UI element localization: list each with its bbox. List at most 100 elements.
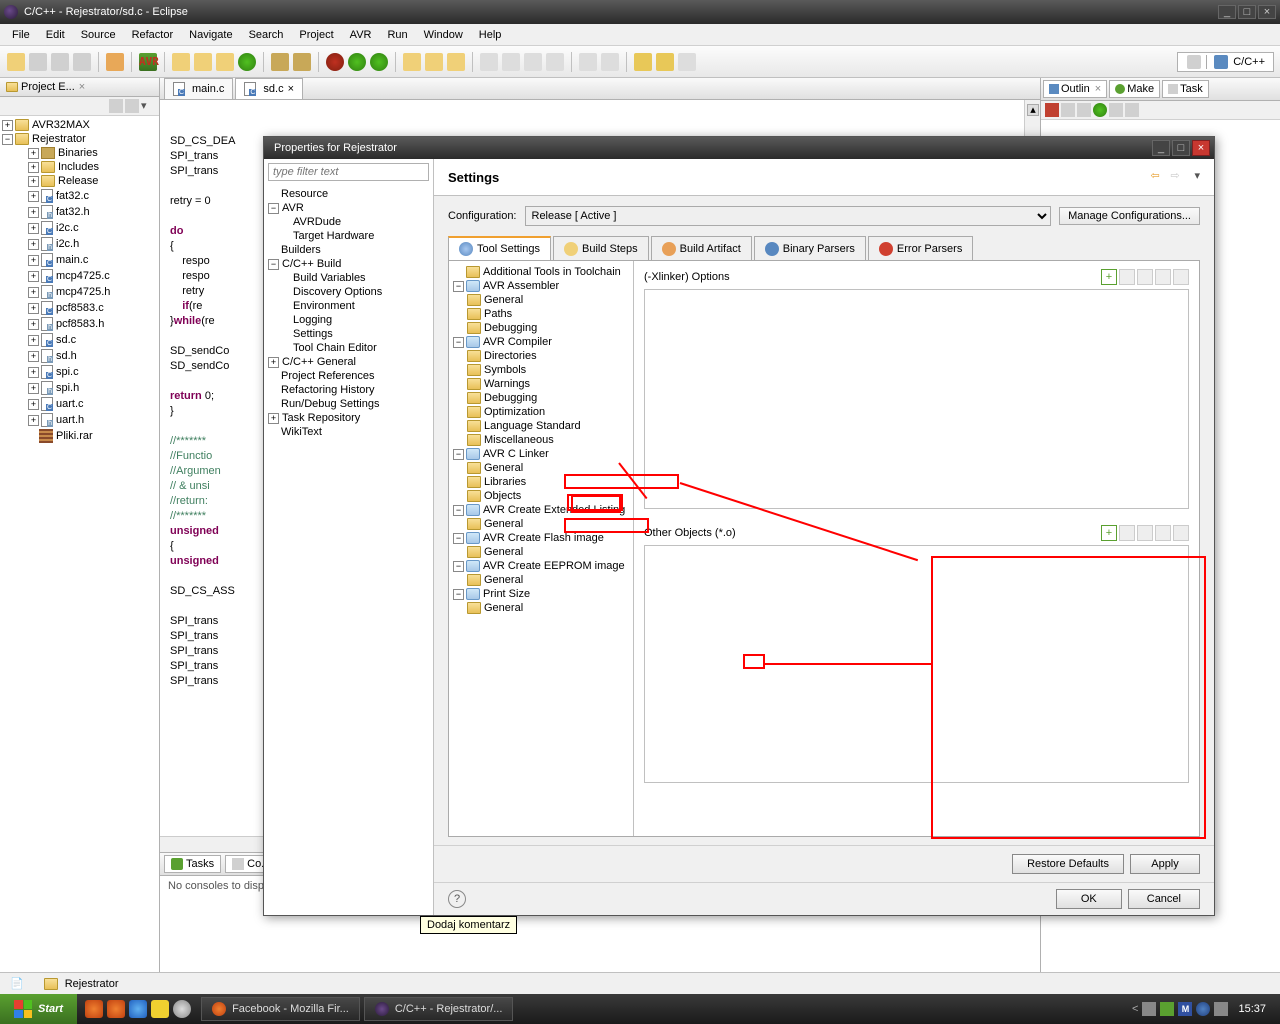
settings-tree-item[interactable]: Language Standard — [453, 419, 629, 433]
settings-tree-item[interactable]: Warnings — [453, 377, 629, 391]
sort-icon[interactable] — [1045, 103, 1059, 117]
expand-icon[interactable]: − — [453, 281, 464, 292]
ok-button[interactable]: OK — [1056, 889, 1122, 909]
run-icon[interactable] — [370, 53, 388, 71]
dialog-tree-item[interactable]: Settings — [266, 327, 431, 341]
build-icon[interactable] — [106, 53, 124, 71]
maximize-button[interactable]: □ — [1238, 5, 1256, 19]
filter-input[interactable] — [268, 163, 429, 181]
tree-item[interactable]: +Release — [2, 174, 157, 188]
menu-project[interactable]: Project — [291, 27, 341, 43]
nav-back-icon[interactable] — [579, 53, 597, 71]
settings-tree-item[interactable]: Debugging — [453, 321, 629, 335]
settings-tree-item[interactable]: Additional Tools in Toolchain — [453, 265, 629, 279]
delete-icon[interactable] — [1119, 525, 1135, 541]
dialog-close-button[interactable]: × — [1192, 140, 1210, 156]
edit-icon[interactable] — [1137, 269, 1153, 285]
expand-icon[interactable]: + — [28, 335, 39, 346]
tool-icon[interactable] — [546, 53, 564, 71]
expand-icon[interactable]: + — [2, 120, 13, 131]
nav-fwd-icon[interactable] — [601, 53, 619, 71]
dialog-tree-item[interactable]: Builders — [266, 243, 431, 257]
collapse-icon[interactable] — [109, 99, 123, 113]
minimize-button[interactable]: _ — [1218, 5, 1236, 19]
chrome-icon[interactable] — [173, 1000, 191, 1018]
tree-node-label[interactable]: AVR32MAX — [32, 119, 90, 131]
menu-navigate[interactable]: Navigate — [181, 27, 240, 43]
expand-icon[interactable]: − — [453, 449, 464, 460]
tray-icon[interactable] — [1160, 1002, 1174, 1016]
filter-icon[interactable] — [1061, 103, 1075, 117]
expand-icon[interactable]: − — [453, 589, 464, 600]
menu-window[interactable]: Window — [416, 27, 471, 43]
make-tab[interactable]: Make — [1109, 80, 1160, 98]
tool-icon[interactable] — [502, 53, 520, 71]
tree-item[interactable]: Pliki.rar — [2, 428, 157, 444]
expand-icon[interactable]: + — [28, 191, 39, 202]
print-icon[interactable] — [73, 53, 91, 71]
folder-icon[interactable] — [151, 1000, 169, 1018]
settings-tree-item[interactable]: −AVR Create Flash image — [453, 531, 629, 545]
dialog-tree-item[interactable]: Run/Debug Settings — [266, 397, 431, 411]
firefox-icon[interactable] — [107, 1000, 125, 1018]
dialog-tree-item[interactable]: Logging — [266, 313, 431, 327]
delete-icon[interactable] — [1119, 269, 1135, 285]
dialog-tree-item[interactable]: Environment — [266, 299, 431, 313]
expand-icon[interactable]: + — [28, 162, 39, 173]
tree-item[interactable]: +uart.h — [2, 412, 157, 428]
tree-item[interactable]: +mcp4725.h — [2, 284, 157, 300]
tool-icon[interactable] — [271, 53, 289, 71]
menu-help[interactable]: Help — [471, 27, 510, 43]
clock[interactable]: 15:37 — [1232, 1003, 1272, 1015]
filter-icon[interactable] — [1077, 103, 1091, 117]
firefox-icon[interactable] — [85, 1000, 103, 1018]
expand-icon[interactable]: − — [453, 337, 464, 348]
expand-icon[interactable]: + — [28, 303, 39, 314]
settings-tree-item[interactable]: Paths — [453, 307, 629, 321]
tree-item[interactable]: +pcf8583.c — [2, 300, 157, 316]
expand-icon[interactable]: − — [268, 259, 279, 270]
expand-icon[interactable]: + — [268, 357, 279, 368]
tasks-tab[interactable]: Tasks — [164, 855, 221, 873]
expand-icon[interactable]: + — [28, 207, 39, 218]
tree-item[interactable]: +sd.c — [2, 332, 157, 348]
settings-tree-item[interactable]: −AVR Compiler — [453, 335, 629, 349]
tool-icon[interactable] — [293, 53, 311, 71]
tool-icon[interactable] — [194, 53, 212, 71]
avr-icon[interactable]: AVR — [139, 53, 157, 71]
move-up-icon[interactable] — [1155, 269, 1171, 285]
help-icon[interactable]: ? — [448, 890, 466, 908]
save-icon[interactable] — [29, 53, 47, 71]
tree-item[interactable]: +sd.h — [2, 348, 157, 364]
settings-tree-item[interactable]: General — [453, 545, 629, 559]
toggle-icon[interactable] — [1109, 103, 1123, 117]
menu-avr[interactable]: AVR — [342, 27, 380, 43]
dialog-tree-item[interactable]: WikiText — [266, 425, 431, 439]
tool-icon[interactable] — [216, 53, 234, 71]
close-icon[interactable]: × — [288, 83, 294, 95]
settings-tree[interactable]: Additional Tools in Toolchain−AVR Assemb… — [449, 261, 634, 836]
dialog-tree-item[interactable]: Tool Chain Editor — [266, 341, 431, 355]
expand-icon[interactable]: − — [268, 203, 279, 214]
tree-item[interactable]: +pcf8583.h — [2, 316, 157, 332]
toggle-icon[interactable] — [1125, 103, 1139, 117]
editor-tab-sd[interactable]: sd.c× — [235, 78, 303, 99]
tree-item[interactable]: +i2c.c — [2, 220, 157, 236]
settings-tree-item[interactable]: Symbols — [453, 363, 629, 377]
dialog-maximize-button[interactable]: □ — [1172, 140, 1190, 156]
move-down-icon[interactable] — [1173, 525, 1189, 541]
ie-icon[interactable] — [129, 1000, 147, 1018]
settings-tree-item[interactable]: Miscellaneous — [453, 433, 629, 447]
link-icon[interactable] — [125, 99, 139, 113]
add-icon[interactable]: + — [1101, 269, 1117, 285]
outline-tab[interactable]: Outlin× — [1043, 80, 1107, 98]
tool-icon[interactable] — [480, 53, 498, 71]
menu-icon[interactable]: ▾ — [141, 99, 155, 113]
dialog-tree-item[interactable]: −AVR — [266, 201, 431, 215]
move-up-icon[interactable] — [1155, 525, 1171, 541]
move-down-icon[interactable] — [1173, 269, 1189, 285]
nav-forward-icon[interactable]: ⇨ — [1170, 169, 1186, 185]
tree-item[interactable]: +fat32.h — [2, 204, 157, 220]
expand-icon[interactable]: + — [28, 399, 39, 410]
settings-tree-item[interactable]: Libraries — [453, 475, 629, 489]
